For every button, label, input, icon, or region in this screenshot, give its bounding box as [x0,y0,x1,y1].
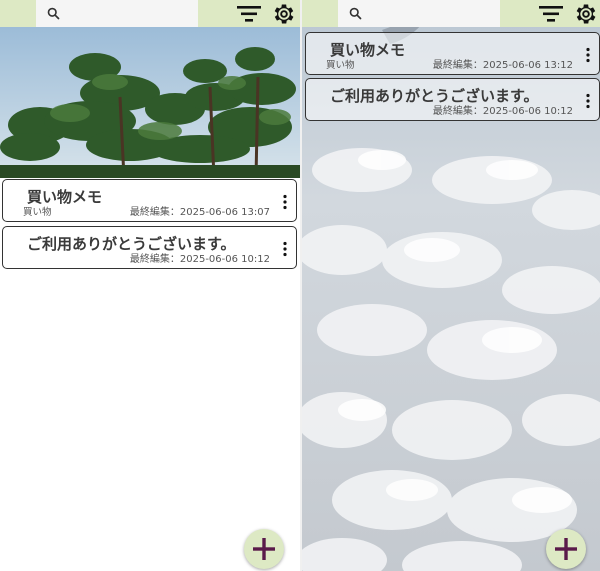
memo-card[interactable]: 買い物メモ 買い物 最終編集：2025-06-06 13:07 [2,179,297,222]
memo-last-edited: 最終編集：2025-06-06 13:07 [130,203,270,218]
gear-icon[interactable] [271,1,297,27]
plus-icon [554,537,578,561]
screen-plain-theme: 買い物メモ 買い物 最終編集：2025-06-06 13:07 ご利用ありがとう… [0,0,300,571]
more-vert-icon[interactable] [585,47,591,63]
plus-icon [252,537,276,561]
search-icon [348,6,363,21]
search-input[interactable] [338,0,500,27]
toolbar [302,0,600,27]
memo-last-edited: 最終編集：2025-06-06 10:12 [130,250,270,265]
more-vert-icon[interactable] [282,241,288,257]
memo-card[interactable]: 買い物メモ 買い物 最終編集：2025-06-06 13:12 [305,32,600,75]
memo-date: 2025-06-06 10:12 [179,254,270,265]
filter-icon[interactable] [538,3,564,25]
memo-tag: 買い物 [326,60,355,71]
memo-date-label: 最終編集： [432,60,483,71]
more-vert-icon[interactable] [585,93,591,109]
memo-last-edited: 最終編集：2025-06-06 10:12 [433,102,573,117]
toolbar [0,0,300,27]
screen-cloud-theme: 買い物メモ 買い物 最終編集：2025-06-06 13:12 ご利用ありがとう… [300,0,600,571]
search-input[interactable] [36,0,198,27]
filter-icon[interactable] [236,3,262,25]
memo-date-label: 最終編集： [432,106,483,117]
add-memo-button[interactable] [244,529,284,569]
memo-date-label: 最終編集： [129,207,180,218]
more-vert-icon[interactable] [282,194,288,210]
memo-date: 2025-06-06 10:12 [482,106,573,117]
memo-tag: 買い物 [23,207,52,218]
memo-date-label: 最終編集： [129,254,180,265]
search-icon [46,6,61,21]
add-memo-button[interactable] [546,529,586,569]
memo-last-edited: 最終編集：2025-06-06 13:12 [433,56,573,71]
memo-date: 2025-06-06 13:07 [179,207,270,218]
memo-date: 2025-06-06 13:12 [482,60,573,71]
memo-card[interactable]: ご利用ありがとうございます。 最終編集：2025-06-06 10:12 [305,78,600,121]
header-tree-photo [0,27,300,178]
gear-icon[interactable] [573,1,599,27]
memo-card[interactable]: ご利用ありがとうございます。 最終編集：2025-06-06 10:12 [2,226,297,269]
